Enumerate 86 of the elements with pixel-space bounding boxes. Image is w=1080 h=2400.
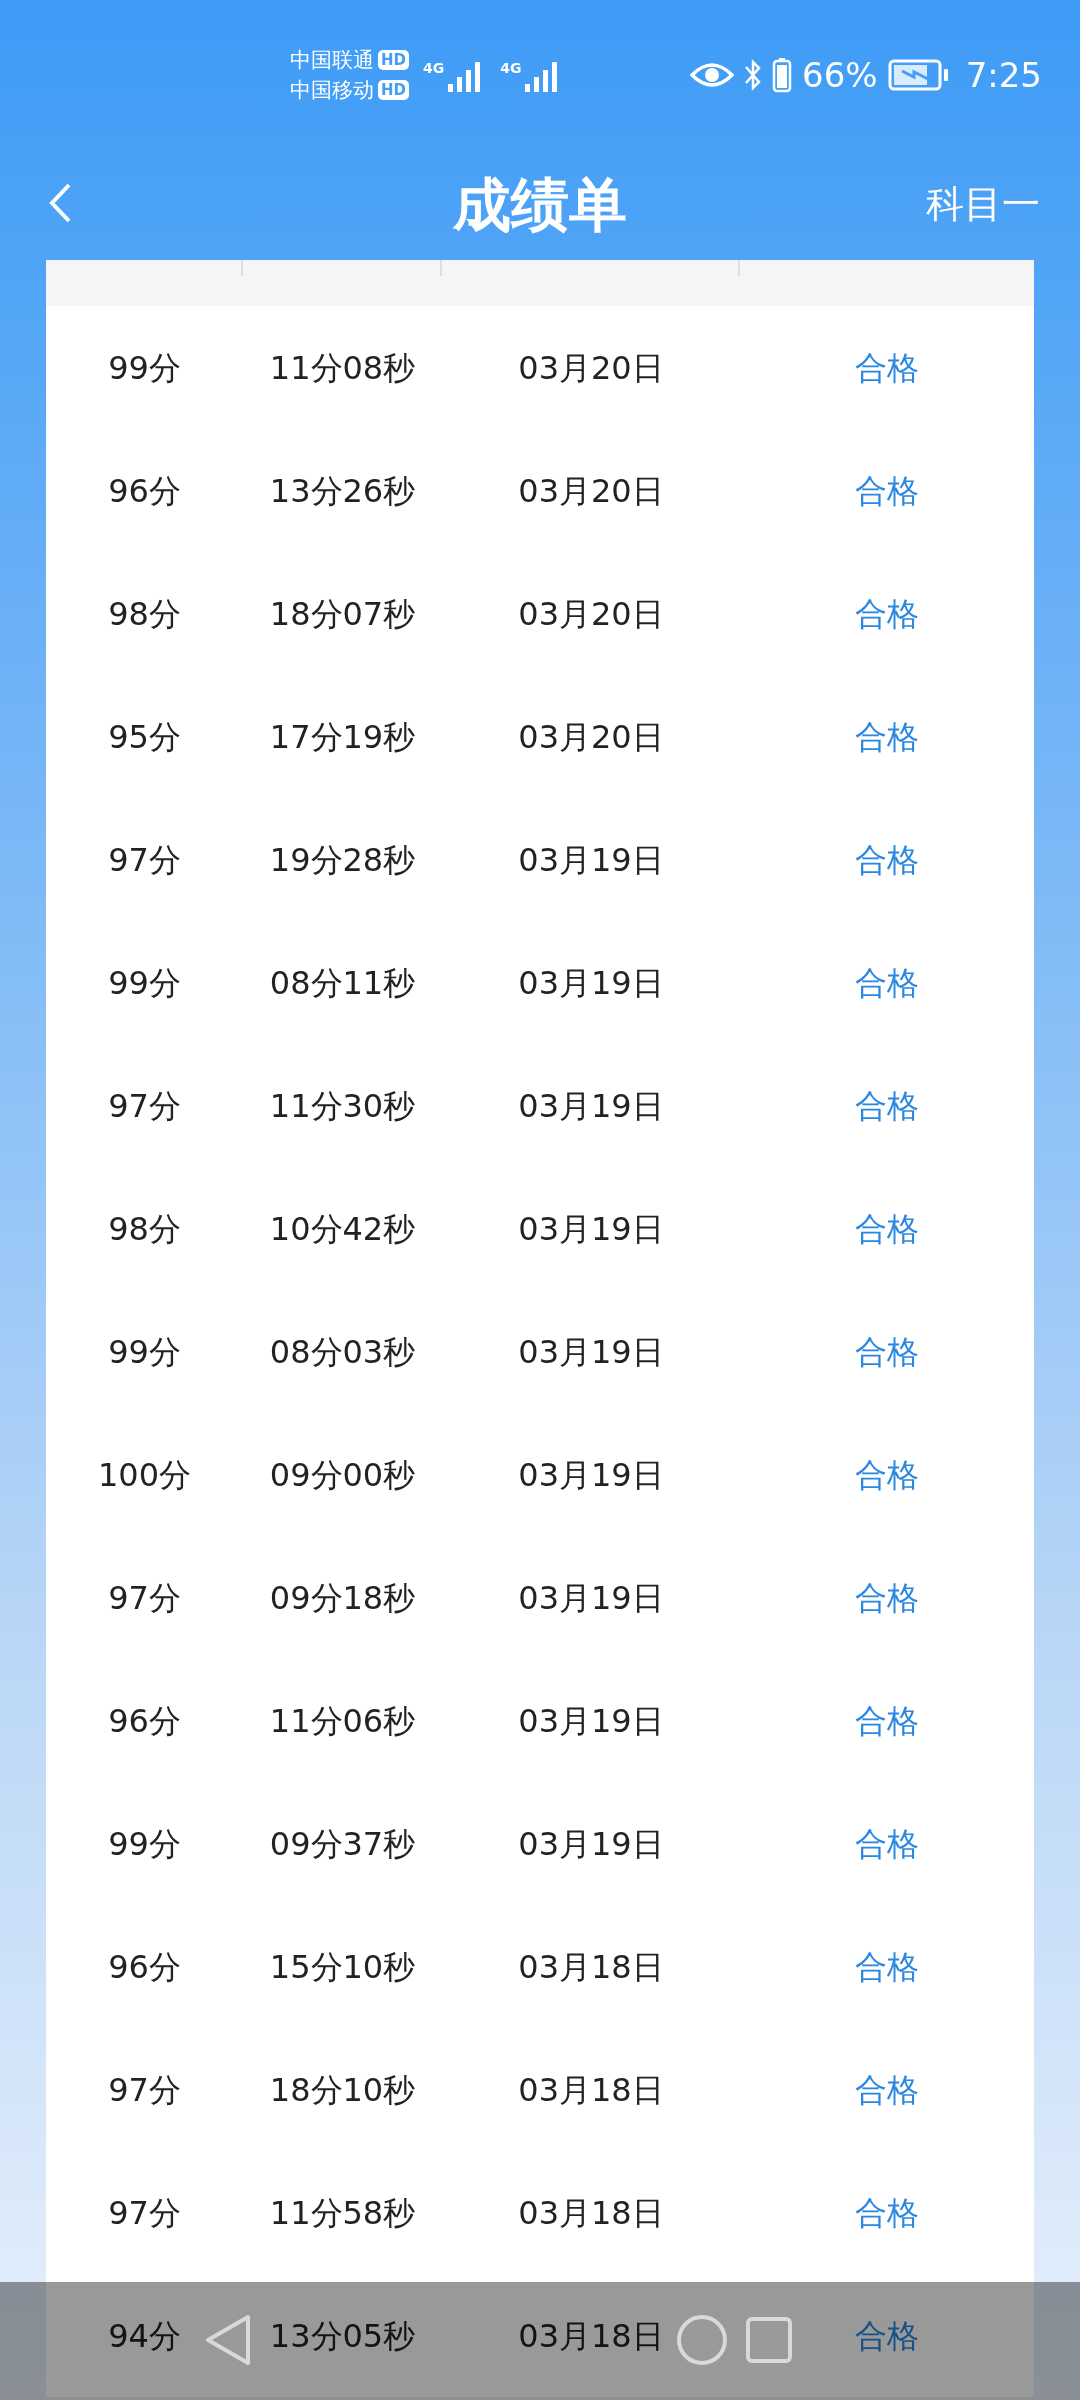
result-link[interactable]: 合格: [855, 2188, 919, 2237]
table-cell-text: 09分37秒: [269, 1823, 416, 1865]
table-cell-text: 03月19日: [518, 962, 664, 1004]
table-cell-text: 96分: [108, 470, 181, 512]
table-cell-text: 08分11秒: [269, 962, 416, 1004]
charging-battery-icon: [887, 59, 950, 91]
table-cell-text: 18分10秒: [269, 2069, 416, 2111]
carrier-name: 中国移动: [290, 77, 374, 103]
result-link[interactable]: 合格: [855, 1942, 919, 1991]
table-cell-text: 99分: [108, 962, 181, 1004]
table-cell-text: 03月18日: [518, 1946, 664, 1988]
table-cell-text: 18分07秒: [269, 593, 416, 635]
result-link[interactable]: 合格: [855, 343, 919, 392]
table-cell-text: 97分: [108, 1085, 181, 1127]
hd-badge: HD: [378, 80, 409, 100]
result-link[interactable]: 合格: [855, 589, 919, 638]
table-cell-text: 97分: [108, 2069, 181, 2111]
table-cell-text: 97分: [108, 1577, 181, 1619]
table-cell-text: 03月19日: [518, 1331, 664, 1373]
table-cell-text: 100分: [97, 1454, 192, 1496]
table-cell-text: 11分06秒: [269, 1700, 416, 1742]
battery-percentage: 66%: [802, 53, 878, 97]
result-link[interactable]: 合格: [855, 1573, 919, 1622]
result-link[interactable]: 合格: [855, 1081, 919, 1130]
table-cell-text: 98分: [108, 593, 181, 635]
table-cell-text: 03月19日: [518, 1454, 664, 1496]
table-cell-text: 19分28秒: [269, 839, 416, 881]
table-cell-text: 10分42秒: [269, 1208, 416, 1250]
network-type: 4G: [500, 60, 522, 76]
back-icon[interactable]: [203, 2313, 253, 2367]
result-link[interactable]: 合格: [855, 1204, 919, 1253]
table-cell-text: 03月18日: [518, 2315, 664, 2357]
bluetooth-icon: [744, 58, 763, 92]
result-link[interactable]: 合格: [855, 2065, 919, 2114]
result-link[interactable]: 合格: [855, 835, 919, 884]
result-link[interactable]: 合格: [855, 712, 919, 761]
result-link[interactable]: 合格: [855, 2311, 919, 2360]
table-cell-text: 96分: [108, 1700, 181, 1742]
clock-time: 7:25: [965, 53, 1042, 97]
table-cell-text: 94分: [108, 2315, 181, 2357]
table-cell-text: 17分19秒: [269, 716, 416, 758]
table-cell-text: 13分05秒: [269, 2315, 416, 2357]
result-link[interactable]: 合格: [855, 1819, 919, 1868]
table-cell-text: 11分30秒: [269, 1085, 416, 1127]
subject-selector[interactable]: 科目一: [926, 182, 1040, 226]
home-icon[interactable]: [676, 2314, 728, 2366]
table-cell-text: 08分03秒: [269, 1331, 416, 1373]
table-cell-text: 03月20日: [518, 593, 664, 635]
table-cell-text: 98分: [108, 1208, 181, 1250]
table-cell-text: 15分10秒: [269, 1946, 416, 1988]
result-link[interactable]: 合格: [855, 958, 919, 1007]
table-cell-text: 03月20日: [518, 470, 664, 512]
result-link[interactable]: 合格: [855, 466, 919, 515]
table-cell-text: 03月19日: [518, 1085, 664, 1127]
table-cell-text: 99分: [108, 1331, 181, 1373]
table-cell-text: 99分: [108, 1823, 181, 1865]
table-cell-text: 97分: [108, 2192, 181, 2234]
table-cell-text: 03月20日: [518, 347, 664, 389]
battery-icon: [772, 57, 793, 93]
result-link[interactable]: 合格: [855, 1450, 919, 1499]
page-title: 成绩单: [453, 170, 627, 240]
table-cell-text: 96分: [108, 1946, 181, 1988]
table-cell-text: 03月19日: [518, 1577, 664, 1619]
table-cell-text: 95分: [108, 716, 181, 758]
result-link[interactable]: 合格: [855, 1696, 919, 1745]
back-icon: [48, 182, 72, 224]
table-cell-text: 03月18日: [518, 2069, 664, 2111]
hd-badge: HD: [378, 50, 409, 70]
table-cell-text: 03月19日: [518, 1823, 664, 1865]
table-cell-text: 03月18日: [518, 2192, 664, 2234]
table-cell-text: 97分: [108, 839, 181, 881]
recents-icon[interactable]: [746, 2317, 792, 2363]
table-cell-text: 11分58秒: [269, 2192, 416, 2234]
table-cell-text: 03月19日: [518, 1208, 664, 1250]
table-cell-text: 03月19日: [518, 839, 664, 881]
table-cell-text: 09分00秒: [269, 1454, 416, 1496]
carrier-name: 中国联通: [290, 47, 374, 73]
table-cell-text: 99分: [108, 347, 181, 389]
result-link[interactable]: 合格: [855, 1327, 919, 1376]
table-cell-text: 13分26秒: [269, 470, 416, 512]
table-cell-text: 09分18秒: [269, 1577, 416, 1619]
table-cell-text: 03月19日: [518, 1700, 664, 1742]
table-cell-text: 11分08秒: [269, 347, 416, 389]
eye-icon: [690, 61, 735, 89]
table-cell-text: 03月20日: [518, 716, 664, 758]
network-type: 4G: [423, 60, 445, 76]
